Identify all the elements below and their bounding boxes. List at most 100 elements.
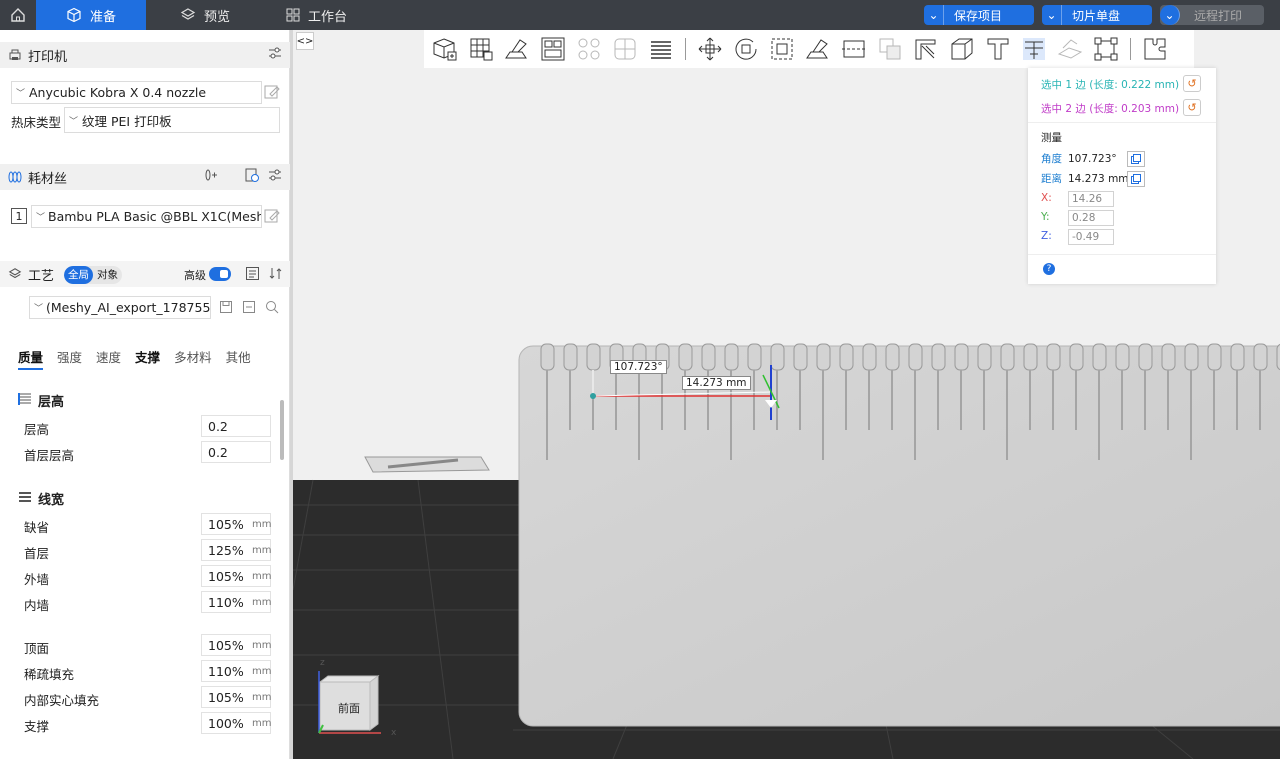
collapse-sidebar-button[interactable]: <> (296, 32, 314, 50)
process-preset-value: (Meshy_AI_export_1787551... (46, 300, 211, 315)
filament-sync-icon[interactable] (244, 167, 260, 187)
line-width-unit: mm (252, 640, 272, 651)
copy-icon[interactable] (1127, 171, 1145, 187)
tab-multimaterial[interactable]: 多材料 (174, 347, 212, 370)
scope-object[interactable]: 对象 (93, 266, 122, 284)
compare-icon[interactable] (245, 266, 260, 284)
edit-icon[interactable] (264, 208, 280, 224)
remote-print-button[interactable]: ⌄ 远程打印 (1160, 5, 1264, 25)
y-label: Y: (1041, 211, 1050, 223)
advanced-label: 高级 (184, 269, 206, 282)
reset-icon[interactable]: ↺ (1183, 99, 1201, 116)
support-paint-icon[interactable] (911, 34, 941, 64)
tab-strength[interactable]: 强度 (57, 347, 82, 370)
edit-icon[interactable] (264, 84, 280, 100)
scale-icon[interactable] (767, 34, 797, 64)
ridge (885, 343, 900, 371)
save-icon[interactable] (219, 300, 233, 317)
first-layer-height-input[interactable]: 0.2 (201, 441, 271, 463)
filament-icon (8, 170, 22, 184)
selected-edge-1: 选中 1 边 (长度: 0.222 mm) (1041, 77, 1179, 92)
puzzle-icon[interactable] (1140, 34, 1170, 64)
selected-edge-2-text: 选中 2 边 (长度: 0.203 mm) (1041, 103, 1180, 115)
save-project-button[interactable]: ⌄ 保存项目 (924, 5, 1034, 25)
chevron-down-icon: ﹀ (36, 213, 46, 223)
split-parts-icon[interactable] (610, 34, 640, 64)
process-section-title: 工艺 (28, 268, 55, 284)
home-button[interactable] (0, 0, 36, 30)
advanced-toggle[interactable] (209, 267, 231, 281)
tab-support[interactable]: 支撑 (135, 347, 160, 370)
printer-select[interactable]: ﹀ Anycubic Kobra X 0.4 nozzle (11, 81, 262, 104)
chevron-down-icon[interactable]: ⌄ (1042, 5, 1062, 25)
axis-gizmo (318, 671, 381, 734)
line-width-label: 支撑 (24, 719, 50, 734)
slice-plate-button[interactable]: ⌄ 切片单盘 (1042, 5, 1152, 25)
layer-height-icon (18, 392, 32, 410)
angle-annotation: 107.723° (610, 360, 667, 374)
x-label: X: (1041, 192, 1052, 204)
auto-orient-icon[interactable] (502, 34, 532, 64)
boolean-icon[interactable] (875, 34, 905, 64)
ridge (816, 343, 831, 371)
ridge (1184, 343, 1199, 371)
rotate-icon[interactable] (731, 34, 761, 64)
chevron-down-icon[interactable]: ⌄ (1160, 5, 1180, 25)
line-width-group-title: 线宽 (18, 489, 64, 508)
help-icon[interactable]: ? (1043, 263, 1055, 275)
simplify-icon[interactable] (1091, 34, 1121, 64)
distance-value: 14.273 mm (1068, 172, 1129, 185)
seam-paint-icon[interactable] (947, 34, 977, 64)
line-width-unit: mm (252, 571, 272, 582)
settings-sliders-icon[interactable] (268, 46, 282, 64)
add-plate-icon[interactable] (466, 34, 496, 64)
settings-sliders-icon[interactable] (268, 168, 282, 186)
split-objects-icon[interactable] (574, 34, 604, 64)
layer-height-group-title: 层高 (18, 391, 64, 410)
viewport-toolbar (424, 30, 1194, 68)
tab-workbench[interactable]: 工作台 (286, 0, 347, 30)
line-width-unit: mm (252, 519, 272, 530)
text-icon[interactable] (983, 34, 1013, 64)
layer-height-label: 层高 (24, 422, 50, 437)
filament-slot-number[interactable]: 1 (11, 208, 27, 224)
delete-icon[interactable] (242, 300, 256, 317)
cut-icon[interactable] (839, 34, 869, 64)
filament-select[interactable]: ﹀ Bambu PLA Basic @BBL X1C(Meshy_... (31, 205, 262, 228)
tab-quality[interactable]: 质量 (18, 347, 44, 370)
copy-icon[interactable] (1127, 151, 1145, 167)
layers-list-icon[interactable] (646, 34, 676, 64)
settings-scrollbar[interactable] (280, 400, 284, 460)
measure-icon[interactable] (1019, 34, 1049, 64)
swap-icon[interactable] (268, 266, 283, 284)
reset-icon[interactable]: ↺ (1183, 75, 1201, 92)
angle-value: 107.723° (1068, 152, 1117, 165)
tab-prepare[interactable]: 准备 (36, 0, 146, 30)
add-object-icon[interactable] (430, 34, 460, 64)
tab-preview-label: 预览 (204, 9, 231, 25)
move-icon[interactable] (695, 34, 725, 64)
line-width-label: 首层 (24, 546, 50, 561)
lay-on-face-icon[interactable] (803, 34, 833, 64)
ridge (701, 343, 716, 371)
ridge (1046, 343, 1061, 371)
assembly-icon[interactable] (1055, 34, 1085, 64)
tab-preview[interactable]: 预览 (180, 0, 230, 30)
add-filament-icon[interactable] (204, 168, 218, 186)
search-icon[interactable] (265, 300, 279, 317)
arrange-icon[interactable] (538, 34, 568, 64)
process-tabs: 质量 强度 速度 支撑 多材料 其他 (18, 347, 251, 370)
selected-edge-1-text: 选中 1 边 (长度: 0.222 mm) (1041, 79, 1180, 91)
bed-type-select[interactable]: ﹀ 纹理 PEI 打印板 (64, 107, 280, 133)
layer-height-input[interactable]: 0.2 (201, 415, 271, 437)
x-value: 14.26 (1068, 191, 1114, 207)
process-scope-toggle[interactable]: 全局 对象 (64, 266, 122, 284)
tab-speed[interactable]: 速度 (96, 347, 121, 370)
line-width-unit: mm (252, 545, 272, 556)
chevron-down-icon[interactable]: ⌄ (924, 5, 944, 25)
printer-select-value: Anycubic Kobra X 0.4 nozzle (29, 85, 207, 100)
tab-others[interactable]: 其他 (226, 347, 251, 370)
tab-workbench-label: 工作台 (308, 9, 348, 25)
scope-global[interactable]: 全局 (64, 266, 93, 284)
process-preset-select[interactable]: ﹀ (Meshy_AI_export_1787551... (29, 296, 211, 319)
